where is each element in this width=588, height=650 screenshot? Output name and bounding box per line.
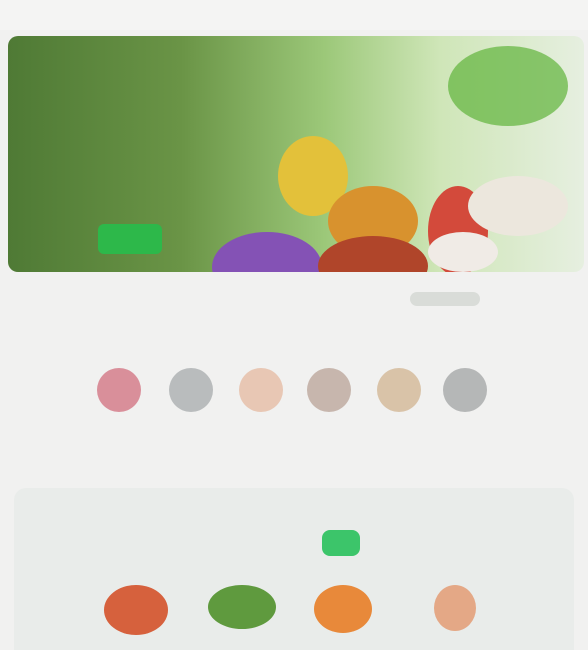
shop-now-button[interactable] xyxy=(98,224,162,254)
category-icon xyxy=(307,368,351,412)
category-icon xyxy=(239,368,283,412)
category-list xyxy=(92,368,512,438)
hero-banner xyxy=(8,36,584,272)
category-icon xyxy=(443,368,487,412)
category-icon xyxy=(169,368,213,412)
category-icon xyxy=(97,368,141,412)
cabbage-image xyxy=(212,232,322,272)
product-card[interactable] xyxy=(314,585,372,633)
garlic-image xyxy=(428,232,498,272)
category-item[interactable] xyxy=(438,368,492,432)
category-item[interactable] xyxy=(234,368,288,432)
category-item[interactable] xyxy=(302,368,356,432)
category-item[interactable] xyxy=(372,368,426,432)
tomato-image xyxy=(318,236,428,272)
category-item[interactable] xyxy=(92,368,146,432)
featured-heading xyxy=(92,522,242,556)
cauliflower-image xyxy=(468,176,568,236)
product-card[interactable] xyxy=(208,585,276,629)
carousel-indicator[interactable] xyxy=(410,292,480,306)
view-all-button[interactable] xyxy=(322,530,360,556)
product-card[interactable] xyxy=(104,585,168,635)
top-bar xyxy=(0,0,588,30)
leaf-image xyxy=(448,46,568,126)
category-item[interactable] xyxy=(164,368,218,432)
featured-section xyxy=(14,488,574,650)
hero-title xyxy=(94,136,234,176)
product-card[interactable] xyxy=(434,585,476,631)
category-icon xyxy=(377,368,421,412)
